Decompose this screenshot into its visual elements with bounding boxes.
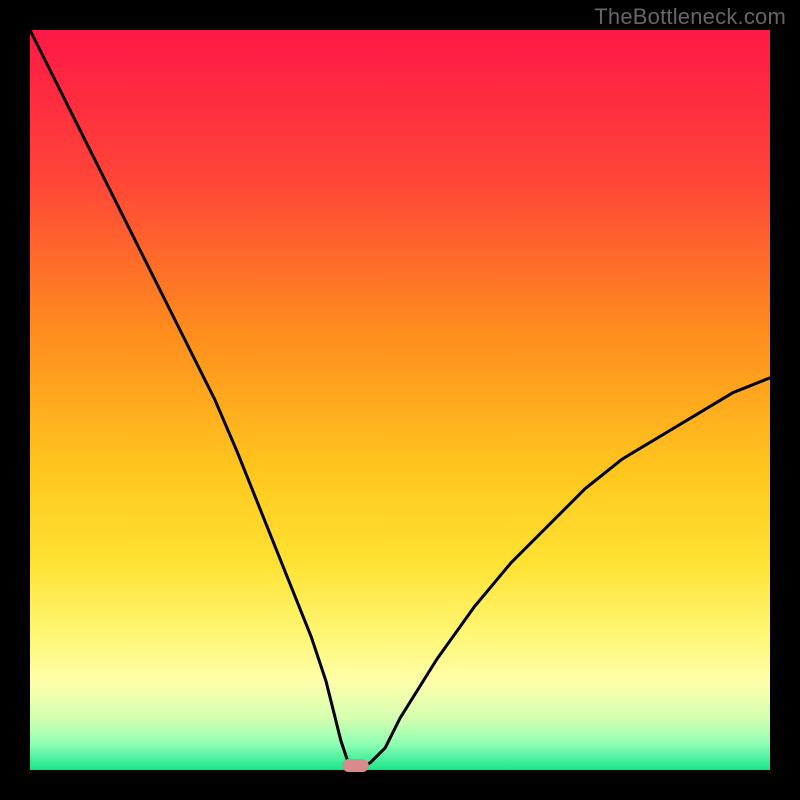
plot-background [30, 30, 770, 770]
optimal-marker [343, 759, 369, 772]
bottleneck-chart [0, 0, 800, 800]
chart-frame: TheBottleneck.com [0, 0, 800, 800]
watermark-text: TheBottleneck.com [594, 4, 786, 30]
